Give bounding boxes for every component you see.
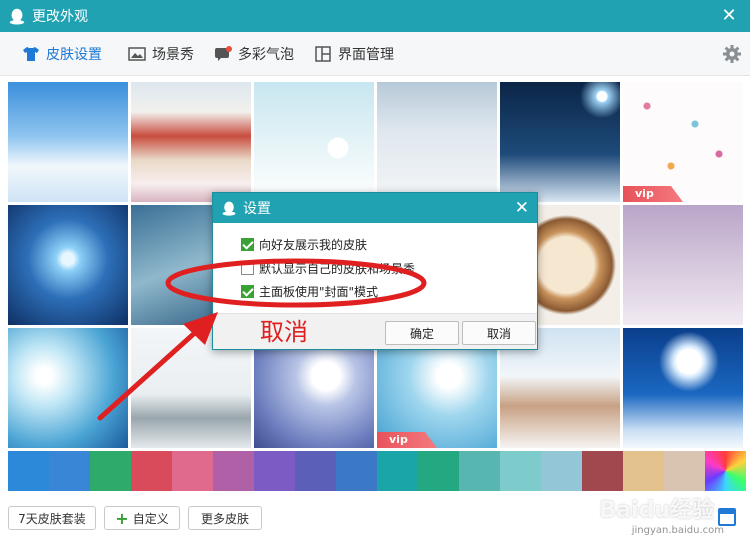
color-swatch[interactable]: [172, 451, 213, 491]
skin-thumbnail-night-lamp[interactable]: [500, 82, 620, 202]
skin-thumbnail-purple-trees[interactable]: [623, 205, 743, 325]
qq-penguin-icon: [222, 201, 236, 216]
color-swatch[interactable]: [90, 451, 131, 491]
option-label: 主面板使用"封面"模式: [259, 284, 379, 299]
checkbox-checked[interactable]: [241, 237, 254, 251]
vip-badge: vip: [623, 186, 683, 202]
baidu-watermark-url: jingyan.baidu.com: [631, 525, 724, 536]
dialog-titlebar: 设置: [213, 193, 537, 223]
color-swatch[interactable]: [705, 451, 746, 491]
window-close-button[interactable]: ✕: [718, 5, 740, 27]
color-swatch[interactable]: [295, 451, 336, 491]
skin-thumbnail-moon-reindeer[interactable]: [623, 328, 743, 448]
color-swatch[interactable]: [623, 451, 664, 491]
option-default-show-own-skin[interactable]: 默认显示自己的皮肤和场景秀: [241, 260, 415, 276]
tab-label: 多彩气泡: [238, 47, 294, 63]
checkbox-checked[interactable]: [241, 284, 254, 298]
color-swatch-bar: [8, 451, 746, 491]
option-cover-mode[interactable]: 主面板使用"封面"模式: [241, 283, 378, 299]
color-swatch[interactable]: [664, 451, 705, 491]
bubble-icon: [215, 46, 232, 61]
tab-color-bubbles[interactable]: 多彩气泡: [214, 44, 294, 64]
option-label: 默认显示自己的皮肤和场景秀: [259, 261, 416, 276]
color-swatch[interactable]: [131, 451, 172, 491]
color-swatch[interactable]: [418, 451, 459, 491]
dialog-close-button[interactable]: ✕: [515, 197, 529, 219]
color-swatch[interactable]: [459, 451, 500, 491]
color-swatch[interactable]: [213, 451, 254, 491]
color-swatch[interactable]: [254, 451, 295, 491]
shirt-icon: [23, 47, 39, 61]
skin-thumbnail-snowy-trees[interactable]: [377, 82, 497, 202]
tab-scene-show[interactable]: 场景秀: [128, 44, 194, 64]
skin-thumbnail-flower-pattern[interactable]: vip: [623, 82, 743, 202]
color-swatch[interactable]: [49, 451, 90, 491]
skin-thumbnail-snowy-street[interactable]: [131, 82, 251, 202]
qq-penguin-icon: [9, 8, 25, 25]
dialog-title: 设置: [243, 201, 271, 217]
skin-thumbnail-snowflake[interactable]: [8, 205, 128, 325]
picture-icon: [128, 47, 146, 61]
tab-label: 皮肤设置: [46, 47, 102, 63]
annotation-cancel-text: 取消: [260, 318, 308, 346]
dialog-ok-button[interactable]: 确定: [385, 321, 459, 345]
appearance-tabs: 皮肤设置 场景秀 多彩气泡 界面管理: [0, 32, 750, 76]
window-mode-icon[interactable]: [718, 508, 736, 526]
skin-thumbnail-snowman[interactable]: [254, 82, 374, 202]
vip-badge: vip: [377, 432, 437, 448]
tab-interface-manage[interactable]: 界面管理: [314, 44, 394, 64]
more-skins-button[interactable]: 更多皮肤: [188, 506, 262, 530]
skin-thumbnail-sky-clouds[interactable]: [8, 82, 128, 202]
color-swatch[interactable]: [582, 451, 623, 491]
window-titlebar: 更改外观 ✕: [0, 0, 750, 32]
color-swatch[interactable]: [336, 451, 377, 491]
color-swatch[interactable]: [8, 451, 49, 491]
checkbox-unchecked[interactable]: [241, 261, 254, 275]
color-swatch[interactable]: [541, 451, 582, 491]
tab-skin-settings[interactable]: 皮肤设置: [22, 44, 102, 64]
baidu-watermark: Baidu经验: [599, 498, 714, 523]
window-title: 更改外观: [32, 9, 88, 25]
custom-skin-button[interactable]: + 自定义: [104, 506, 180, 530]
gear-icon[interactable]: [722, 44, 742, 64]
option-show-skin-to-friends[interactable]: 向好友展示我的皮肤: [241, 236, 367, 252]
color-swatch[interactable]: [377, 451, 418, 491]
option-label: 向好友展示我的皮肤: [259, 237, 368, 252]
dialog-cancel-button[interactable]: 取消: [462, 321, 536, 345]
tab-label: 场景秀: [152, 47, 194, 63]
plus-icon: +: [115, 508, 129, 528]
seven-day-skin-suit-button[interactable]: 7天皮肤套装: [8, 506, 96, 530]
tab-label: 界面管理: [338, 47, 394, 63]
custom-skin-label: 自定义: [132, 511, 169, 526]
layout-icon: [315, 46, 331, 62]
color-swatch[interactable]: [500, 451, 541, 491]
skin-thumbnail-blue-branch[interactable]: [8, 328, 128, 448]
